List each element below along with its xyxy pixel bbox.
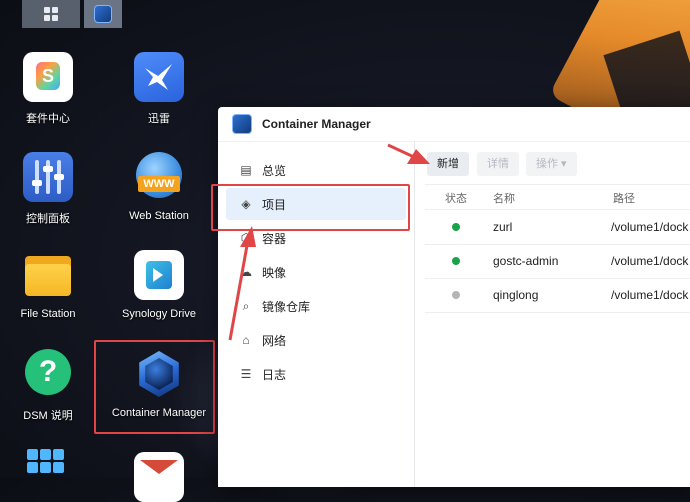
desktop-icon-label: Web Station	[129, 210, 189, 222]
table-row[interactable]: qinglong /volume1/dock	[425, 278, 690, 313]
mail-icon	[134, 452, 184, 502]
help-icon: ?	[23, 349, 73, 399]
desktop-icon-synology-drive[interactable]: Synology Drive	[109, 250, 209, 320]
grid-icon	[44, 7, 58, 21]
project-path: /volume1/dock	[611, 288, 689, 302]
container-manager-icon	[94, 5, 112, 23]
control-panel-icon	[23, 152, 73, 202]
desktop-icon-partial-mail[interactable]	[109, 452, 209, 502]
desktop-icon-label: Synology Drive	[122, 308, 196, 320]
highlight-box-projects-nav	[211, 184, 410, 231]
sidebar-item-label: 容器	[262, 231, 287, 246]
sidebar-item-label: 总览	[262, 163, 287, 178]
desktop-icon-label: 套件中心	[26, 113, 70, 125]
table-row[interactable]: zurl /volume1/dock	[425, 210, 690, 245]
file-station-icon	[23, 250, 73, 300]
table-row[interactable]: gostc-admin /volume1/dock	[425, 244, 690, 279]
project-name: zurl	[493, 220, 513, 234]
sidebar-item-label: 镜像仓库	[262, 299, 311, 314]
sidebar-item-label: 网络	[262, 333, 287, 348]
sidebar-item-log[interactable]: ☰ 日志	[226, 358, 406, 390]
sidebar-item-registry[interactable]: ⌕ 镜像仓库	[226, 290, 406, 322]
column-header-name[interactable]: 名称	[493, 190, 515, 206]
sidebar-item-network[interactable]: ⌂ 网络	[226, 324, 406, 356]
desktop-icon-label: 控制面板	[26, 213, 70, 225]
add-button[interactable]: 新增	[427, 152, 469, 176]
desktop-icon-label: DSM 说明	[23, 410, 73, 422]
table-header: 状态 名称 路径	[425, 184, 690, 210]
main-menu-button[interactable]	[22, 0, 80, 28]
desktop-icon-package-center[interactable]: S 套件中心	[0, 52, 98, 126]
window-titlebar[interactable]: Container Manager	[218, 107, 690, 142]
project-path: /volume1/dock	[611, 220, 689, 234]
registry-search-icon: ⌕	[242, 298, 250, 313]
thunder-icon	[134, 52, 184, 102]
package-center-icon: S	[23, 52, 73, 102]
desktop-icon-dsm-help[interactable]: ? DSM 说明	[0, 349, 98, 423]
status-running-dot	[452, 223, 460, 231]
action-dropdown-button[interactable]: 操作 ▾	[526, 152, 577, 176]
desktop-icon-thunder[interactable]: 迅雷	[109, 52, 209, 126]
sidebar-item-label: 日志	[262, 367, 287, 382]
desktop-icon-label: 迅雷	[148, 113, 170, 125]
status-running-dot	[452, 257, 460, 265]
container-manager-window[interactable]: Container Manager ▤ 总览 ◈ 项目 ⬡ 容器 ☁ 映像 ⌕ …	[218, 107, 690, 487]
taskbar-container-manager-button[interactable]	[84, 0, 122, 28]
app-grid-icon	[23, 449, 73, 499]
column-header-status[interactable]: 状态	[445, 190, 467, 206]
main-panel: 新增 详情 操作 ▾ 状态 名称 路径 zurl /volume1/dock g…	[415, 142, 690, 487]
details-button[interactable]: 详情	[477, 152, 519, 176]
web-station-icon: WWW	[134, 152, 184, 202]
project-path: /volume1/dock	[611, 254, 689, 268]
sidebar-item-images[interactable]: ☁ 映像	[226, 256, 406, 288]
synology-drive-icon	[134, 250, 184, 300]
column-header-path[interactable]: 路径	[613, 190, 635, 206]
desktop-icon-web-station[interactable]: WWW Web Station	[109, 152, 209, 222]
status-stopped-dot	[452, 291, 460, 299]
sidebar-item-label: 映像	[262, 265, 287, 280]
highlight-box-desktop-container-manager	[94, 340, 215, 434]
desktop-icon-control-panel[interactable]: 控制面板	[0, 152, 98, 226]
project-name: qinglong	[493, 288, 539, 302]
overview-icon: ▤	[240, 163, 252, 177]
cloud-icon: ☁	[240, 265, 252, 279]
sidebar-item-overview[interactable]: ▤ 总览	[226, 154, 406, 186]
project-name: gostc-admin	[493, 254, 559, 268]
log-icon: ☰	[240, 367, 252, 381]
container-icon: ⬡	[240, 231, 252, 245]
network-icon: ⌂	[242, 333, 250, 347]
container-manager-icon	[232, 114, 252, 134]
desktop-icon-label: File Station	[20, 308, 76, 320]
desktop-icon-file-station[interactable]: File Station	[0, 250, 98, 320]
desktop-icon-partial-grid[interactable]	[0, 449, 98, 499]
window-title: Container Manager	[262, 117, 371, 131]
